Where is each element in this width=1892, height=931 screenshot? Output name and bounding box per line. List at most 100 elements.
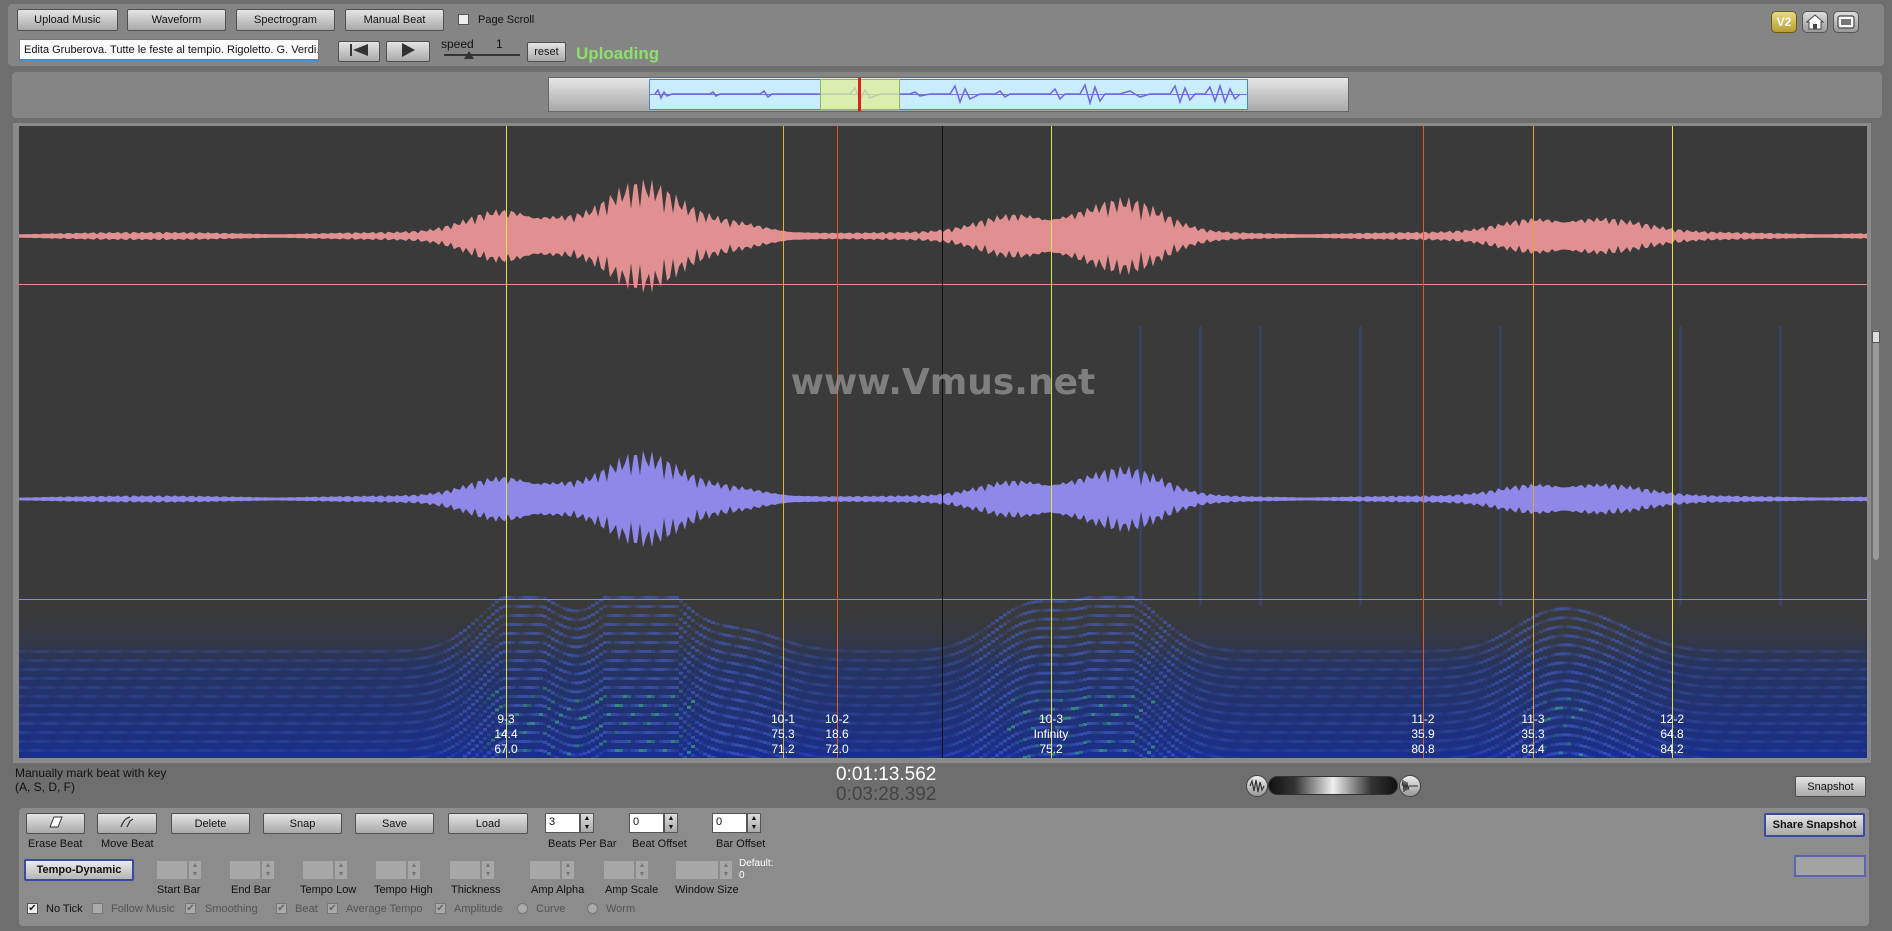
waveform-zoom-in-button[interactable] (1399, 775, 1421, 797)
hint-text-line2: (A, S, D, F) (15, 780, 75, 794)
overview-playhead[interactable] (858, 78, 861, 111)
curve-radio[interactable] (517, 903, 528, 914)
speed-slider-track[interactable] (444, 54, 520, 56)
speed-slider-thumb[interactable] (464, 51, 474, 59)
tempo-high-input[interactable] (375, 860, 407, 880)
amplitude-checkbox[interactable]: ✔ (435, 903, 446, 914)
beat-tempo: 14.4 (494, 727, 518, 741)
amp-scale-stepper[interactable]: ▲ ▼ (635, 860, 649, 880)
no-tick-checkbox[interactable]: ✔ (27, 903, 38, 914)
beat-value: 72.0 (825, 742, 849, 756)
speed-value: 1 (496, 37, 503, 51)
tempo-high-stepper[interactable]: ▲ ▼ (407, 860, 421, 880)
beat-label: 11-3 35.3 82.4 (1503, 712, 1563, 757)
waveform-button[interactable]: Waveform (127, 9, 226, 31)
playhead-line (942, 126, 943, 758)
thickness-stepper[interactable]: ▲ ▼ (481, 860, 495, 880)
amplitude-label: Amplitude (454, 903, 503, 915)
beats-per-bar-stepper[interactable]: ▲ ▼ (580, 813, 594, 833)
bar-offset-input[interactable]: 0 (712, 813, 747, 833)
curve-label: Curve (536, 903, 566, 915)
average-tempo-label: Average Tempo (346, 903, 423, 915)
skip-to-start-button[interactable] (338, 41, 380, 62)
tempo-low-stepper[interactable]: ▲ ▼ (334, 860, 348, 880)
erase-beat-label: Erase Beat (28, 838, 83, 850)
amp-scale-input[interactable] (603, 860, 635, 880)
share-snapshot-button[interactable]: Share Snapshot (1764, 813, 1865, 837)
beat-line[interactable] (783, 126, 784, 758)
beat-id: 11-3 (1521, 712, 1545, 726)
move-beat-label: Move Beat (101, 838, 154, 850)
watermark: www.Vmus.net (790, 362, 1096, 403)
beat-label: 11-2 35.9 80.8 (1393, 712, 1453, 757)
fullscreen-button[interactable] (1833, 11, 1859, 33)
play-button[interactable] (386, 41, 430, 62)
beat-id: 10-2 (824, 712, 850, 726)
reset-button[interactable]: reset (527, 42, 566, 62)
save-button[interactable]: Save (355, 813, 434, 834)
beat-value: 67.0 (494, 742, 518, 756)
smoothing-checkbox[interactable]: ✔ (185, 903, 196, 914)
amp-scale-label: Amp Scale (605, 884, 659, 896)
beat-value: 84.2 (1660, 742, 1684, 756)
tempo-low-input[interactable] (302, 860, 334, 880)
window-size-label: Window Size (675, 884, 739, 896)
upload-music-button[interactable]: Upload Music (17, 9, 118, 31)
move-hand-icon (118, 815, 136, 832)
worm-radio[interactable] (587, 903, 598, 914)
beat-offset-stepper[interactable]: ▲ ▼ (664, 813, 678, 833)
end-bar-input[interactable] (229, 860, 261, 880)
beat-checkbox[interactable]: ✔ (276, 903, 287, 914)
start-bar-stepper[interactable]: ▲ ▼ (188, 860, 202, 880)
delete-button[interactable]: Delete (171, 813, 250, 834)
tempo-low-label: Tempo Low (300, 884, 357, 896)
snap-button[interactable]: Snap (263, 813, 342, 834)
beat-offset-input[interactable]: 0 (629, 813, 664, 833)
vertical-scrollbar[interactable] (1873, 330, 1879, 560)
waveform-zoom-out-button[interactable] (1246, 775, 1268, 797)
amp-alpha-stepper[interactable]: ▲ ▼ (561, 860, 575, 880)
move-beat-button[interactable] (97, 813, 157, 834)
home-button[interactable] (1802, 11, 1828, 33)
beat-line[interactable] (837, 126, 838, 758)
spectrogram-button[interactable]: Spectrogram (236, 9, 335, 31)
window-size-stepper[interactable]: ▲ ▼ (719, 860, 733, 880)
erase-beat-button[interactable] (26, 813, 85, 834)
beat-line[interactable] (1423, 126, 1424, 758)
start-bar-input[interactable] (156, 860, 188, 880)
beat-line[interactable] (1051, 126, 1052, 758)
zoom-slider[interactable] (1268, 776, 1398, 795)
smoothing-label: Smoothing (205, 903, 258, 915)
bar-offset-stepper[interactable]: ▲ ▼ (747, 813, 761, 833)
amp-alpha-input[interactable] (529, 860, 561, 880)
manual-beat-button[interactable]: Manual Beat (345, 9, 444, 31)
beat-line[interactable] (1672, 126, 1673, 758)
end-bar-stepper[interactable]: ▲ ▼ (261, 860, 275, 880)
v2-badge[interactable]: V2 (1771, 11, 1797, 33)
snapshot-button[interactable]: Snapshot (1795, 776, 1866, 797)
window-size-input[interactable] (675, 860, 719, 880)
average-tempo-checkbox[interactable]: ✔ (327, 903, 338, 914)
beat-line[interactable] (506, 126, 507, 758)
track-title-field[interactable]: Edita Gruberova. Tutte le feste al tempi… (19, 39, 319, 61)
scrollbar-thumb[interactable] (1872, 331, 1880, 343)
thickness-label: Thickness (451, 884, 501, 896)
overview-visible-window[interactable] (649, 79, 1248, 110)
current-time: 0:01:13.562 (836, 764, 937, 785)
waveform-icon (1247, 778, 1267, 799)
spectrogram-canvas[interactable]: 9-3 14.4 67.0 10-1 75.3 71.2 10-2 18.6 72.0 10-3 I… (19, 126, 1867, 758)
load-button[interactable]: Load (448, 813, 528, 834)
snapshot-id-field[interactable] (1794, 855, 1866, 877)
beat-line[interactable] (1533, 126, 1534, 758)
skip-back-icon (348, 44, 370, 59)
follow-music-checkbox[interactable] (92, 903, 103, 914)
page-scroll-label: Page Scroll (478, 14, 535, 26)
beat-tempo: 75.3 (771, 727, 795, 741)
thickness-input[interactable] (449, 860, 481, 880)
beats-per-bar-input[interactable]: 3 (545, 813, 580, 833)
beat-tempo: 35.3 (1521, 727, 1545, 741)
default-value: 0 (739, 870, 745, 881)
tempo-dynamic-button[interactable]: Tempo-Dynamic (24, 859, 134, 881)
page-scroll-checkbox[interactable] (458, 14, 469, 25)
eraser-icon (48, 815, 64, 832)
